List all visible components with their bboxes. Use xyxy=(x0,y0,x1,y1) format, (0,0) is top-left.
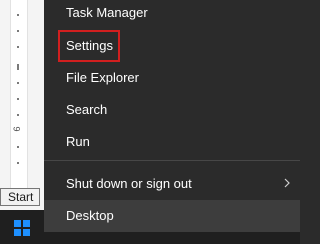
background-document: 9 xyxy=(0,0,45,210)
menu-item-label: File Explorer xyxy=(66,70,139,85)
taskbar-strip xyxy=(44,232,300,244)
ruler-mark xyxy=(17,14,19,16)
menu-item-label: Shut down or sign out xyxy=(66,176,192,191)
ruler-mark xyxy=(17,98,19,100)
windows-logo-pane xyxy=(23,220,30,227)
ruler-mark xyxy=(17,82,19,84)
menu-item-shut-down-or-sign-out[interactable]: Shut down or sign out xyxy=(44,168,300,200)
ruler-mark xyxy=(17,162,19,164)
windows-logo-pane xyxy=(14,220,21,227)
chevron-right-icon xyxy=(284,178,290,188)
menu-separator xyxy=(44,160,300,161)
windows-logo-icon xyxy=(14,220,30,236)
menu-item-file-explorer[interactable]: File Explorer xyxy=(44,62,300,94)
ruler-mark xyxy=(17,46,19,48)
menu-item-label: Task Manager xyxy=(66,5,148,20)
menu-item-label: Search xyxy=(66,102,108,117)
menu-item-search[interactable]: Search xyxy=(44,94,300,126)
windows-logo-pane xyxy=(23,229,30,236)
menu-item-label: Run xyxy=(66,134,90,149)
menu-item-desktop[interactable]: Desktop xyxy=(44,200,300,232)
menu-item-run[interactable]: Run xyxy=(44,126,300,158)
menu-item-label: Desktop xyxy=(66,208,114,223)
power-user-menu: Task Manager Settings File Explorer Sear… xyxy=(44,0,300,232)
vertical-ruler: 9 xyxy=(10,0,28,196)
ruler-mark xyxy=(17,146,19,148)
ruler-mark xyxy=(17,114,19,116)
start-button[interactable] xyxy=(0,210,44,244)
menu-item-task-manager[interactable]: Task Manager xyxy=(44,0,300,29)
start-tooltip: Start xyxy=(0,188,40,206)
settings-highlight-box xyxy=(58,30,120,62)
windows-logo-pane xyxy=(14,229,21,236)
ruler-number: 9 xyxy=(11,126,22,132)
ruler-mark xyxy=(17,30,19,32)
ruler-mark xyxy=(17,64,19,70)
